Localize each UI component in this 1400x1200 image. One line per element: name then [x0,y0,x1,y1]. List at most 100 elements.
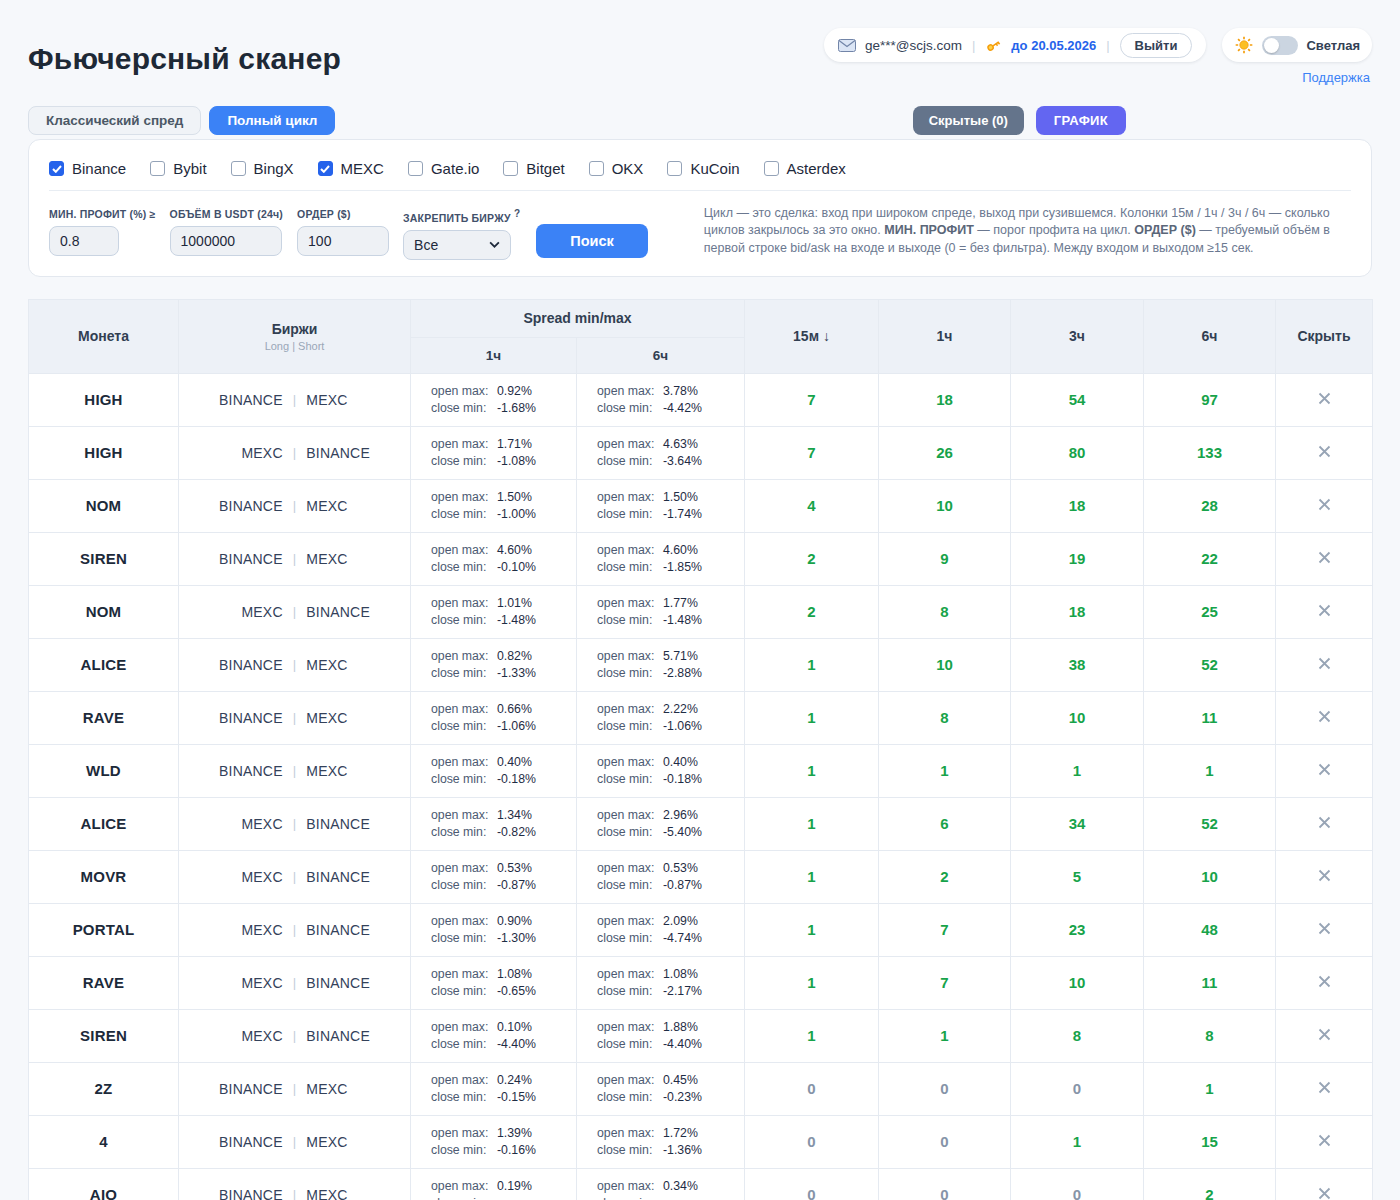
header-15m-sort[interactable]: 15м ↓ [745,299,879,373]
close-min-label: close min: [597,400,663,417]
exchange-filter-item[interactable]: Asterdex [764,160,846,177]
long-exchange: MEXC [179,445,283,461]
cycles-15m-cell: 0 [745,1168,879,1200]
hide-row-button[interactable] [1314,706,1335,730]
help-hint[interactable]: ? [514,208,520,219]
cycles-3h-cell: 5 [1011,850,1144,903]
hide-row-button[interactable] [1314,812,1335,836]
coin-cell: SIREN [29,1009,179,1062]
hide-row-button[interactable] [1314,1077,1335,1101]
spread-6h-cell: open max:3.78% close min:-4.42% [577,373,745,426]
close-min-value: -0.18% [497,772,536,786]
coin-cell: HIGH [29,373,179,426]
close-min-label: close min: [597,718,663,735]
header-spread-6h: 6ч [577,337,745,373]
table-row: SIREN BINANCE|MEXC open max:4.60% close … [29,532,1373,585]
hide-row-button[interactable] [1314,600,1335,624]
open-max-value: 2.09% [663,914,698,928]
exchange-separator: | [283,1187,307,1200]
hide-cell [1276,1115,1373,1168]
checkbox-icon[interactable] [589,161,604,176]
cycles-3h-cell: 10 [1011,956,1144,1009]
close-min-value: -0.10% [497,560,536,574]
exchange-separator: | [283,763,307,778]
close-min-value: -1.74% [663,507,702,521]
min-profit-field: МИН. ПРОФИТ (%) ≥ [49,208,156,260]
open-max-value: 1.88% [663,1020,698,1034]
tab-classic-spread[interactable]: Классический спред [28,106,201,135]
exchange-filter-label: Bitget [526,160,564,177]
search-button[interactable]: Поиск [536,224,648,258]
short-exchange: BINANCE [306,1028,410,1044]
hide-row-button[interactable] [1314,971,1335,995]
close-min-label: close min: [597,983,663,1000]
hide-cell [1276,1062,1373,1115]
hide-row-button[interactable] [1314,494,1335,518]
chart-button[interactable]: ГРАФИК [1036,106,1126,135]
hide-row-button[interactable] [1314,547,1335,571]
hidden-button[interactable]: Скрытые (0) [913,106,1024,135]
exchange-filter-item[interactable]: Bitget [503,160,564,177]
hide-row-button[interactable] [1314,918,1335,942]
open-max-label: open max: [431,754,497,771]
hide-row-button[interactable] [1314,865,1335,889]
hide-row-button[interactable] [1314,1024,1335,1048]
pin-exchange-select[interactable]: Все [403,230,511,260]
exchanges-cell: MEXC|BINANCE [179,1009,411,1062]
order-input[interactable] [297,226,389,256]
cycles-1h-cell: 7 [879,956,1011,1009]
table-row: SIREN MEXC|BINANCE open max:0.10% close … [29,1009,1373,1062]
long-exchange: MEXC [179,922,283,938]
exchange-filter-item[interactable]: KuCoin [667,160,739,177]
hide-cell [1276,1168,1373,1200]
checkbox-icon[interactable] [150,161,165,176]
min-profit-input[interactable] [49,226,119,256]
close-min-value: -2.17% [663,984,702,998]
header-spread: Spread min/max [411,299,745,337]
close-min-value: -0.87% [497,878,536,892]
exchange-filter-item[interactable]: Binance [49,160,126,177]
close-icon [1318,551,1331,564]
close-icon [1318,1028,1331,1041]
header-coin: Монета [29,299,179,373]
volume-input[interactable] [170,226,282,256]
support-link[interactable]: Поддержка [1302,70,1370,85]
hide-row-button[interactable] [1314,1183,1335,1200]
logout-button[interactable]: Выйти [1120,33,1193,58]
checkbox-icon[interactable] [49,161,64,176]
exchange-filter-item[interactable]: Bybit [150,160,206,177]
tab-full-cycle[interactable]: Полный цикл [209,106,335,135]
hide-row-button[interactable] [1314,1130,1335,1154]
short-exchange: BINANCE [306,869,410,885]
open-max-label: open max: [431,436,497,453]
header-exchanges: Биржи Long | Short [179,299,411,373]
close-icon [1318,922,1331,935]
header-1h-sort[interactable]: 1ч [879,299,1011,373]
exchange-filter-item[interactable]: BingX [231,160,294,177]
close-min-label: close min: [597,559,663,576]
checkbox-icon[interactable] [764,161,779,176]
exchange-separator: | [283,922,307,937]
spread-6h-cell: open max:0.53% close min:-0.87% [577,850,745,903]
header-6h-sort[interactable]: 6ч [1144,299,1276,373]
description-text: — порог профита на цикл. [974,223,1134,237]
coin-cell: NOM [29,479,179,532]
exchange-separator: | [283,604,307,619]
checkbox-icon[interactable] [503,161,518,176]
checkbox-icon[interactable] [318,161,333,176]
hide-row-button[interactable] [1314,759,1335,783]
exchange-filter-item[interactable]: OKX [589,160,644,177]
header-3h-sort[interactable]: 3ч [1011,299,1144,373]
exchange-filter-item[interactable]: Gate.io [408,160,479,177]
hide-row-button[interactable] [1314,388,1335,412]
exchange-filter-item[interactable]: MEXC [318,160,384,177]
theme-toggle[interactable] [1262,36,1298,55]
checkbox-icon[interactable] [408,161,423,176]
checkbox-icon[interactable] [231,161,246,176]
divider: | [971,38,976,53]
exchanges-cell: MEXC|BINANCE [179,585,411,638]
pin-exchange-label: ЗАКРЕПИТЬ БИРЖУ ? [403,208,520,224]
hide-row-button[interactable] [1314,653,1335,677]
checkbox-icon[interactable] [667,161,682,176]
hide-row-button[interactable] [1314,441,1335,465]
